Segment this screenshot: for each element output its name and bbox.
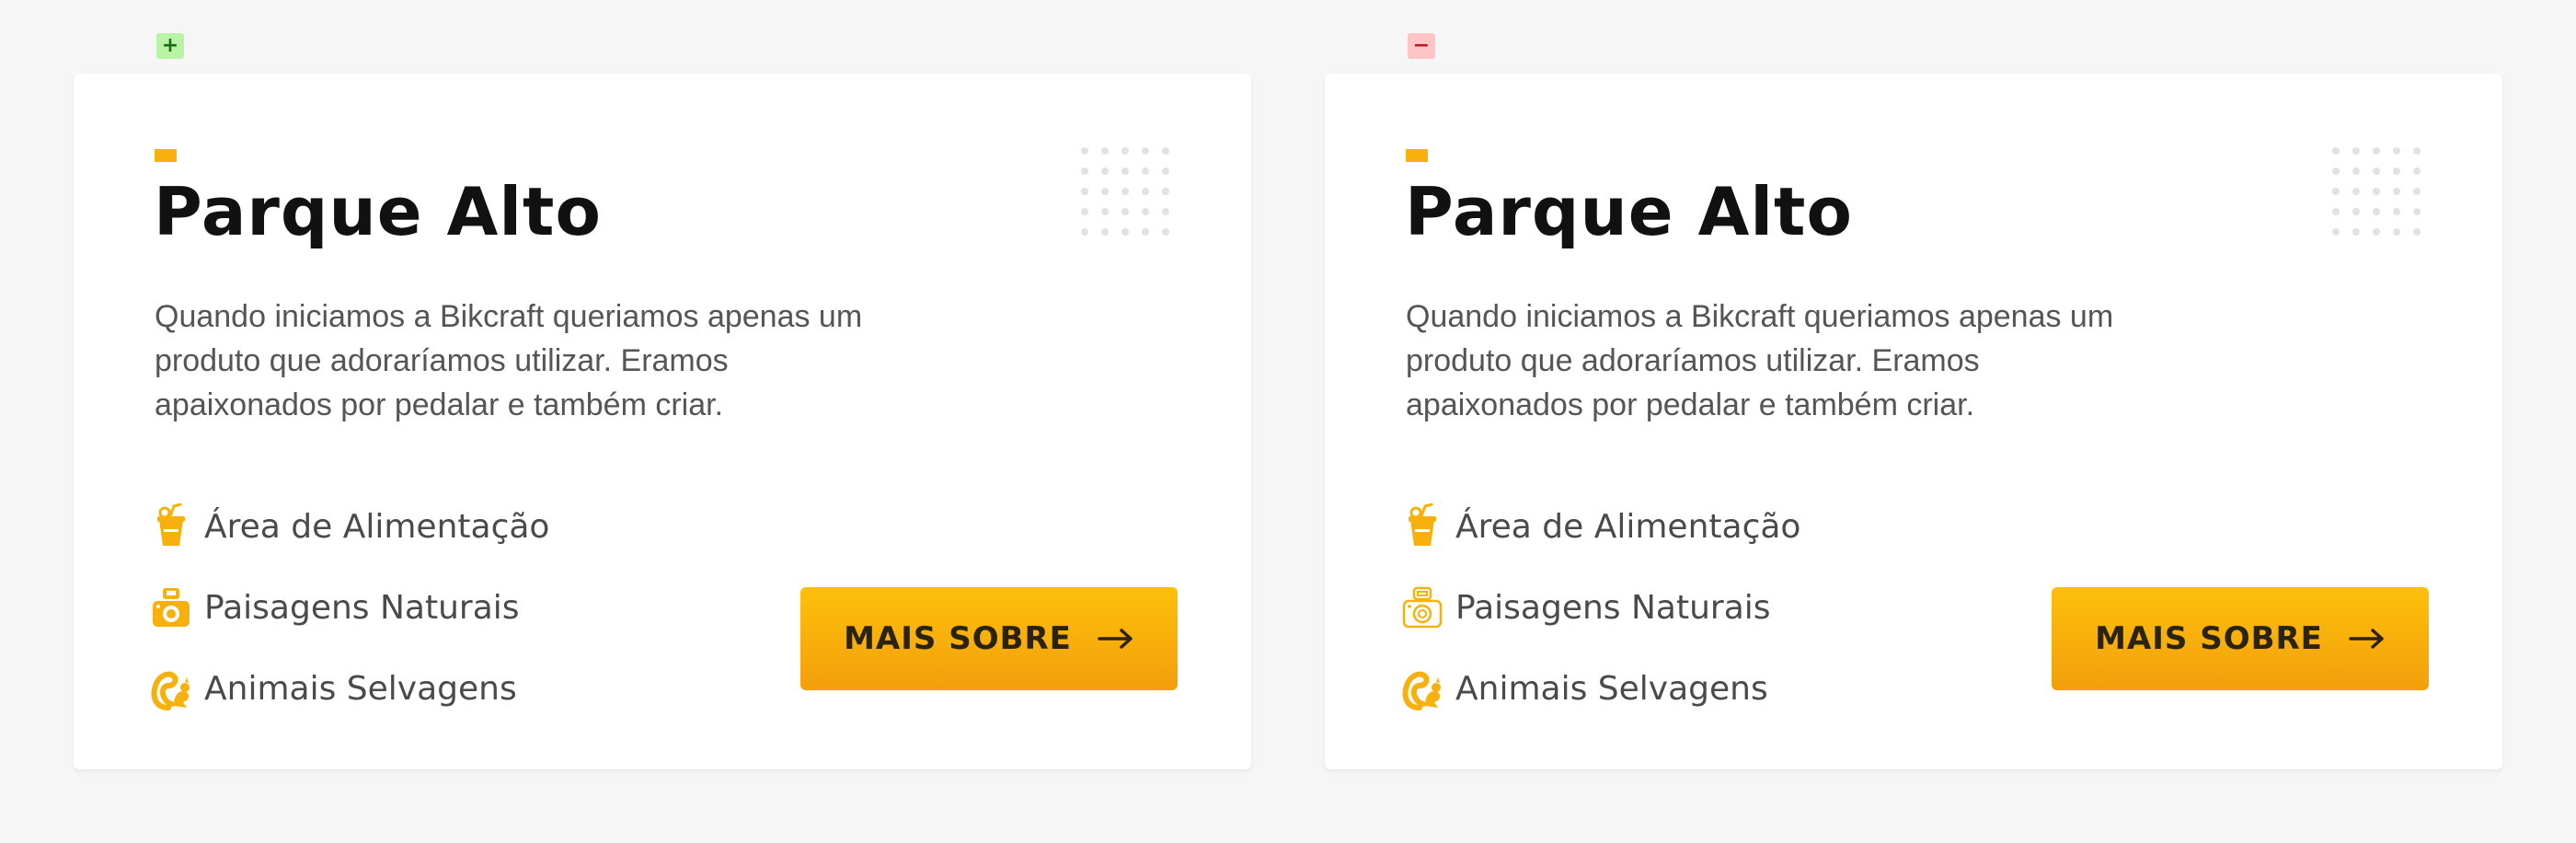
drink-icon	[149, 502, 193, 550]
card-title: Parque Alto	[1405, 173, 1853, 250]
accent-bar	[1406, 149, 1428, 162]
camera-icon	[149, 583, 193, 631]
feature-label: Animais Selvagens	[1455, 669, 1768, 708]
button-label: MAIS SOBRE	[2095, 620, 2323, 657]
dots-pattern	[2332, 147, 2421, 237]
feature-item-food: Área de Alimentação	[1400, 486, 1800, 567]
accent-bar	[155, 149, 177, 162]
park-card-added: Parque Alto Quando iniciamos a Bikcraft …	[74, 74, 1251, 769]
feature-item-landscape: Paisagens Naturais	[149, 567, 549, 648]
diff-added-badge: +	[156, 33, 184, 59]
feature-item-wildlife: Animais Selvagens	[1400, 648, 1800, 729]
more-about-button[interactable]: MAIS SOBRE	[800, 587, 1178, 690]
camera-outline-icon	[1400, 583, 1444, 631]
card-description: Quando iniciamos a Bikcraft queriamos ap…	[155, 299, 863, 422]
feature-item-wildlife: Animais Selvagens	[149, 648, 549, 729]
feature-label: Área de Alimentação	[1455, 507, 1801, 546]
drink-icon	[1400, 502, 1444, 550]
button-label: MAIS SOBRE	[844, 620, 1072, 657]
dots-pattern	[1081, 147, 1170, 237]
feature-item-food: Área de Alimentação	[149, 486, 549, 567]
park-card-removed: Parque Alto Quando iniciamos a Bikcraft …	[1325, 74, 2502, 769]
squirrel-icon	[149, 664, 193, 712]
squirrel-icon	[1400, 664, 1444, 712]
feature-label: Área de Alimentação	[204, 507, 550, 546]
arrow-right-icon	[1098, 628, 1134, 650]
diff-removed-badge: −	[1408, 33, 1435, 59]
feature-label: Paisagens Naturais	[1455, 588, 1771, 627]
card-description: Quando iniciamos a Bikcraft queriamos ap…	[1406, 299, 2114, 422]
feature-list: Área de Alimentação Paisagens Naturais A…	[149, 486, 549, 729]
arrow-right-icon	[2349, 628, 2386, 650]
feature-label: Animais Selvagens	[204, 669, 517, 708]
card-title: Parque Alto	[154, 173, 602, 250]
feature-label: Paisagens Naturais	[204, 588, 520, 627]
feature-item-landscape: Paisagens Naturais	[1400, 567, 1800, 648]
more-about-button[interactable]: MAIS SOBRE	[2052, 587, 2429, 690]
feature-list: Área de Alimentação Paisagens Naturais A…	[1400, 486, 1800, 729]
